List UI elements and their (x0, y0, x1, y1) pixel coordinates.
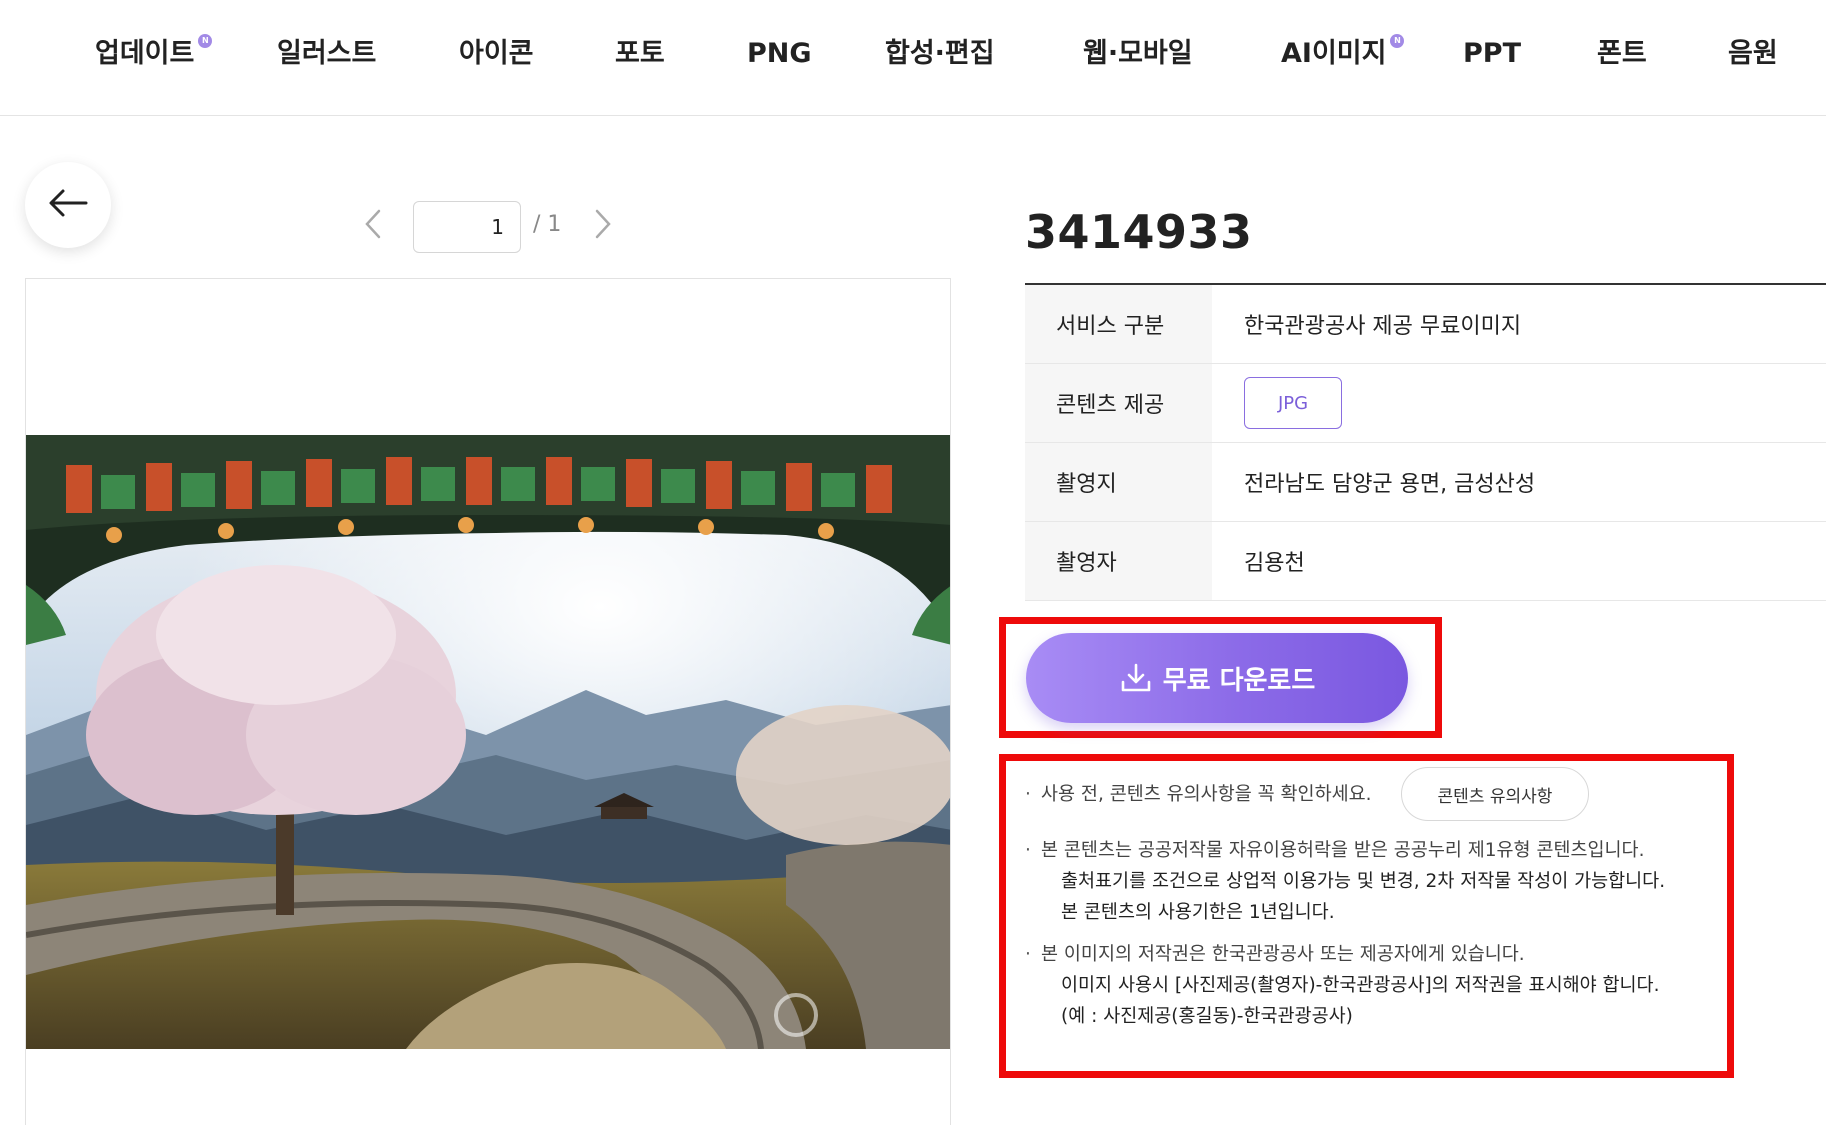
free-download-button[interactable]: 무료 다운로드 (1026, 633, 1408, 723)
nav-item-web-mobile[interactable]: 웹·모바일 (1083, 34, 1193, 74)
notice-copyright: · 본 이미지의 저작권은 한국관광공사 또는 제공자에게 있습니다. 이미지 … (1025, 939, 1659, 1032)
page-number-input[interactable] (413, 201, 521, 253)
info-table: 서비스 구분 한국관광공사 제공 무료이미지 콘텐츠 제공 JPG 촬영지 전라… (1025, 283, 1826, 601)
info-value: 전라남도 담양군 용면, 금성산성 (1244, 472, 1536, 497)
license-line-3: 본 콘텐츠의 사용기한은 1년입니다. (1061, 902, 1335, 923)
pager-next-button[interactable] (588, 206, 618, 246)
top-navigation: 업데이트 N 일러스트 아이콘 포토 PNG 합성·편집 웹·모바일 AI이미지… (0, 0, 1826, 116)
table-row: 서비스 구분 한국관광공사 제공 무료이미지 (1025, 285, 1826, 364)
copyright-line-2: 이미지 사용시 [사진제공(촬영자)-한국관광공사]의 저작권을 표시해야 합니… (1061, 975, 1660, 996)
notice-license: · 본 콘텐츠는 공공저작물 자유이용허락을 받은 공공누리 제1유형 콘텐츠입… (1025, 835, 1665, 928)
bullet: · (1025, 840, 1031, 861)
info-key: 촬영자 (1025, 522, 1212, 600)
nav-item-label: 웹·모바일 (1083, 38, 1193, 69)
nav-item-label: 음원 (1728, 38, 1778, 69)
nav-item-update[interactable]: 업데이트 N (95, 34, 213, 74)
notice-caution: · 사용 전, 콘텐츠 유의사항을 꼭 확인하세요. (1025, 779, 1372, 810)
bullet: · (1025, 784, 1031, 805)
download-icon (1119, 662, 1153, 694)
back-button[interactable] (25, 162, 111, 248)
license-line-2: 출처표기를 조건으로 상업적 이용가능 및 변경, 2차 저작물 작성이 가능합… (1061, 871, 1666, 892)
nav-item-font[interactable]: 폰트 (1597, 34, 1647, 74)
nav-item-label: 포토 (615, 38, 665, 69)
nav-item-label: 일러스트 (277, 38, 377, 69)
table-row: 콘텐츠 제공 JPG (1025, 364, 1826, 443)
caution-text: 사용 전, 콘텐츠 유의사항을 꼭 확인하세요. (1041, 784, 1372, 805)
info-value: 김용천 (1244, 551, 1305, 576)
bullet: · (1025, 944, 1031, 965)
chevron-right-icon (594, 208, 612, 244)
info-key: 서비스 구분 (1025, 285, 1212, 363)
nav-item-label: 아이콘 (459, 38, 534, 69)
nav-item-label: AI이미지 (1281, 38, 1387, 69)
chevron-left-icon (364, 208, 382, 244)
nav-item-label: 합성·편집 (885, 38, 995, 69)
table-row: 촬영자 김용천 (1025, 522, 1826, 601)
copyright-line-1: 본 이미지의 저작권은 한국관광공사 또는 제공자에게 있습니다. (1041, 944, 1525, 965)
nav-item-label: 폰트 (1597, 38, 1647, 69)
preview-photo (26, 435, 950, 1049)
nav-item-ppt[interactable]: PPT (1463, 34, 1521, 74)
nav-item-icon[interactable]: 아이콘 (459, 34, 534, 74)
nav-item-png[interactable]: PNG (747, 34, 812, 74)
new-badge: N (1390, 34, 1405, 48)
info-value: JPG (1212, 364, 1826, 442)
nav-item-label: PPT (1463, 38, 1521, 69)
arrow-left-icon (48, 188, 88, 222)
info-key: 콘텐츠 제공 (1025, 364, 1212, 442)
page-total: / 1 (533, 212, 562, 237)
content-caution-button[interactable]: 콘텐츠 유의사항 (1401, 767, 1589, 821)
nav-item-illustration[interactable]: 일러스트 (277, 34, 376, 74)
content-id: 3414933 (1025, 205, 1253, 259)
download-label: 무료 다운로드 (1162, 665, 1316, 696)
pager-prev-button[interactable] (358, 206, 388, 246)
nav-item-label: PNG (747, 38, 812, 69)
info-key: 촬영지 (1025, 443, 1212, 521)
copyright-line-3: (예 : 사진제공(홍길동)-한국관광공사) (1061, 1006, 1353, 1027)
nav-item-music[interactable]: 음원 (1728, 34, 1778, 74)
image-viewer (25, 278, 951, 1125)
format-chip-jpg[interactable]: JPG (1244, 377, 1342, 429)
nav-item-ai-image[interactable]: AI이미지 N (1281, 34, 1405, 74)
nav-item-label: 업데이트 (95, 38, 195, 69)
table-row: 촬영지 전라남도 담양군 용면, 금성산성 (1025, 443, 1826, 522)
nav-item-photo[interactable]: 포토 (615, 34, 665, 74)
license-line-1: 본 콘텐츠는 공공저작물 자유이용허락을 받은 공공누리 제1유형 콘텐츠입니다… (1041, 840, 1645, 861)
info-value: 한국관광공사 제공 무료이미지 (1244, 314, 1522, 339)
new-badge: N (198, 34, 213, 48)
nav-item-compose-edit[interactable]: 합성·편집 (885, 34, 995, 74)
